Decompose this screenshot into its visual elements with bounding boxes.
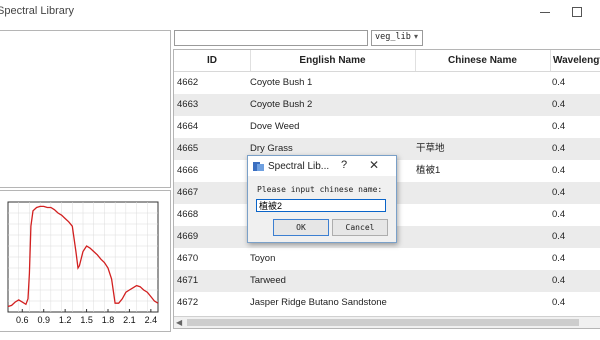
table-row[interactable]: 4672 Jasper Ridge Butano Sandstone 0.4 xyxy=(174,292,600,314)
dialog-prompt: Please input chinese name: xyxy=(257,185,383,194)
english-name-cell: Toyon xyxy=(250,253,276,264)
wavelength-cell: 0.4 xyxy=(552,253,566,264)
id-cell: 4671 xyxy=(177,275,199,286)
ok-button[interactable]: OK xyxy=(273,219,329,236)
table-header: ID English Name Chinese Name Wavelength xyxy=(174,50,600,72)
chinese-name-cell xyxy=(416,292,546,314)
chinese-name-cell xyxy=(416,204,546,226)
chevron-down-icon: ▾ xyxy=(413,32,418,41)
chinese-name-cell xyxy=(416,182,546,204)
wavelength-cell: 0.4 xyxy=(552,187,566,198)
chinese-name-cell: 干草地 xyxy=(416,143,445,154)
library-select[interactable]: veg_lib ▾ xyxy=(371,30,423,46)
id-cell: 4667 xyxy=(177,187,199,198)
chinese-name-cell xyxy=(416,248,546,270)
table-row[interactable]: 4662 Coyote Bush 1 0.4 xyxy=(174,72,600,94)
chinese-name-cell: 植被1 xyxy=(416,165,441,176)
close-icon[interactable]: ✕ xyxy=(369,158,379,172)
id-cell: 4663 xyxy=(177,99,199,110)
english-name-cell: Jasper Ridge Butano Sandstone xyxy=(250,297,387,308)
wavelength-cell: 0.4 xyxy=(552,297,566,308)
spectrum-plot: 0.6 0.9 1.2 1.5 1.8 2.1 2.4 xyxy=(7,201,159,325)
id-cell: 4668 xyxy=(177,209,199,220)
table-row[interactable]: 4663 Coyote Bush 2 0.4 xyxy=(174,94,600,116)
scrollbar-thumb[interactable] xyxy=(187,319,579,326)
id-cell: 4664 xyxy=(177,121,199,132)
minimize-icon xyxy=(540,11,550,13)
chinese-name-input[interactable] xyxy=(256,199,386,212)
preview-panel xyxy=(0,30,171,188)
table-row[interactable]: 4670 Toyon 0.4 xyxy=(174,248,600,270)
x-tick-label: 2.1 xyxy=(123,315,136,325)
chinese-name-cell xyxy=(416,94,546,116)
wavelength-cell: 0.4 xyxy=(552,231,566,242)
x-tick-label: 0.9 xyxy=(37,315,50,325)
chinese-name-cell xyxy=(416,226,546,248)
cancel-button[interactable]: Cancel xyxy=(332,219,388,236)
x-tick-label: 0.6 xyxy=(16,315,29,325)
id-cell: 4669 xyxy=(177,231,199,242)
input-dialog: Spectral Lib... ? ✕ Please input chinese… xyxy=(247,155,397,243)
id-cell: 4666 xyxy=(177,165,199,176)
id-cell: 4670 xyxy=(177,253,199,264)
x-tick-label: 1.2 xyxy=(59,315,72,325)
id-cell: 4665 xyxy=(177,143,199,154)
wavelength-cell: 0.4 xyxy=(552,121,566,132)
english-name-cell: Coyote Bush 1 xyxy=(250,77,313,88)
x-tick-label: 2.4 xyxy=(145,315,158,325)
wavelength-cell: 0.4 xyxy=(552,209,566,220)
library-select-value: veg_lib xyxy=(375,32,411,42)
chinese-name-cell xyxy=(416,270,546,292)
id-cell: 4662 xyxy=(177,77,199,88)
app-icon xyxy=(253,162,264,171)
column-header-wavelength[interactable]: Wavelength xyxy=(550,50,600,71)
maximize-icon xyxy=(572,7,582,17)
wavelength-cell: 0.4 xyxy=(552,275,566,286)
wavelength-cell: 0.4 xyxy=(552,99,566,110)
english-name-cell: Tarweed xyxy=(250,275,286,286)
title-bar: Spectral Library xyxy=(0,0,600,24)
chinese-name-cell xyxy=(416,116,546,138)
dialog-title-bar: Spectral Lib... ? ✕ xyxy=(248,156,396,176)
scroll-left-icon[interactable]: ◀ xyxy=(176,318,182,327)
column-header-english-name[interactable]: English Name xyxy=(250,50,416,71)
column-header-id[interactable]: ID xyxy=(174,50,251,71)
window-title: Spectral Library xyxy=(0,5,75,17)
column-header-chinese-name[interactable]: Chinese Name xyxy=(415,50,551,71)
english-name-cell: Dove Weed xyxy=(250,121,300,132)
id-cell: 4672 xyxy=(177,297,199,308)
maximize-button[interactable] xyxy=(563,2,591,22)
wavelength-cell: 0.4 xyxy=(552,77,566,88)
help-icon[interactable]: ? xyxy=(341,159,347,171)
wavelength-cell: 0.4 xyxy=(552,165,566,176)
x-tick-label: 1.8 xyxy=(102,315,115,325)
dialog-title: Spectral Lib... xyxy=(268,161,330,172)
x-tick-label: 1.5 xyxy=(80,315,93,325)
table-row[interactable]: 4664 Dove Weed 0.4 xyxy=(174,116,600,138)
chinese-name-cell xyxy=(416,72,546,94)
english-name-cell: Coyote Bush 2 xyxy=(250,99,313,110)
wavelength-cell: 0.4 xyxy=(552,143,566,154)
table-row[interactable]: 4671 Tarweed 0.4 xyxy=(174,270,600,292)
search-input[interactable] xyxy=(174,30,368,46)
minimize-button[interactable] xyxy=(531,2,559,22)
horizontal-scrollbar[interactable]: ◀ xyxy=(174,316,600,328)
